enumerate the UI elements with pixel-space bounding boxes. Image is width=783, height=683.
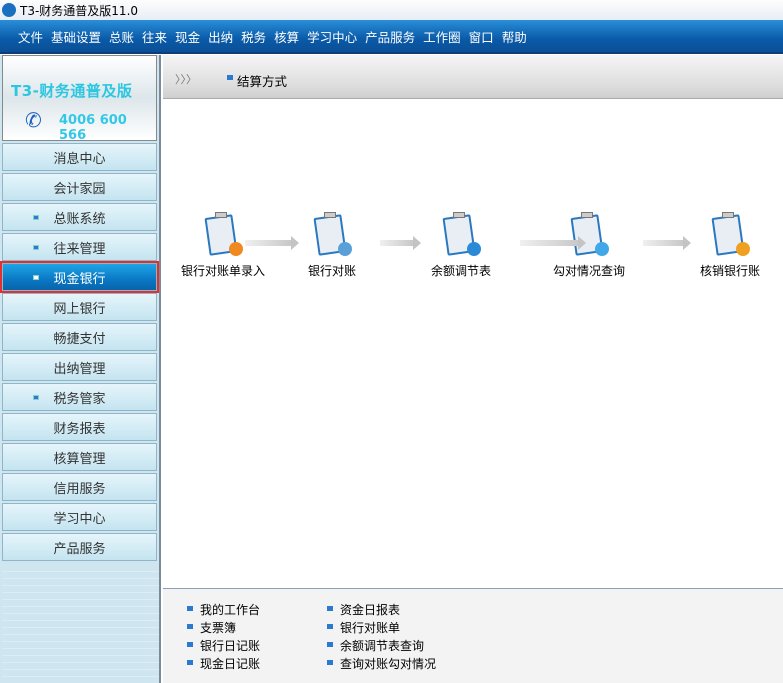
sidebar: T3-财务通普及版 ✆ 4006 600 566 消息中心会计家园总账系统往来管… — [0, 55, 161, 683]
quick-links: 我的工作台 支票簿 银行日记账 现金日记账 资金日报表 银行对账单 余额调节表查询 查询对账勾… — [163, 588, 783, 683]
quick-link[interactable]: 支票簿 — [187, 619, 236, 636]
menu-item[interactable]: 基础设置 — [51, 27, 101, 46]
bullet-icon — [33, 275, 39, 280]
brand-phone: 4006 600 566 — [59, 113, 127, 143]
bank-statement-entry-icon — [203, 212, 243, 258]
flow-arrow-icon — [643, 236, 691, 250]
sidebar-item[interactable]: 税务管家 — [2, 383, 157, 411]
sidebar-item[interactable]: 现金银行 — [0, 261, 159, 293]
quick-link[interactable]: 银行日记账 — [187, 637, 260, 654]
sidebar-item-label: 核算管理 — [53, 451, 106, 467]
quick-link[interactable]: 查询对账勾对情况 — [327, 655, 436, 672]
menu-item[interactable]: 现金 — [175, 27, 200, 46]
menu-item[interactable]: 核算 — [274, 27, 299, 46]
sidebar-item-label: 现金银行 — [53, 271, 106, 287]
menu-item[interactable]: 窗口 — [469, 27, 494, 46]
sidebar-item[interactable]: 财务报表 — [2, 413, 157, 441]
quick-link[interactable]: 我的工作台 — [187, 601, 260, 618]
quick-link[interactable]: 余额调节表查询 — [327, 637, 424, 654]
bullet-icon — [33, 215, 39, 220]
sidebar-item-label: 出纳管理 — [53, 361, 106, 377]
menu-item[interactable]: 税务 — [241, 27, 266, 46]
sidebar-item[interactable]: 网上银行 — [2, 293, 157, 321]
sidebar-item-label: 税务管家 — [53, 391, 106, 407]
sidebar-item-label: 信用服务 — [53, 481, 106, 497]
collapse-chevron-icon[interactable]: 〉〉〉 — [175, 71, 197, 87]
sidebar-item[interactable]: 信用服务 — [2, 473, 157, 501]
sidebar-item-label: 畅捷支付 — [53, 331, 106, 347]
flow-arrow-icon — [380, 236, 421, 250]
menu-item[interactable]: 学习中心 — [307, 27, 357, 46]
flow-step-label: 银行对账单录入 — [181, 264, 266, 278]
flow-step[interactable]: 银行对账 — [308, 212, 356, 279]
window-title: T3-财务通普及版11.0 — [20, 3, 139, 18]
flow-step-label: 核销银行账 — [700, 264, 761, 278]
quick-link[interactable]: 资金日报表 — [327, 601, 400, 618]
bank-reconcile-icon — [312, 212, 352, 258]
bullet-icon — [33, 395, 39, 400]
menu-item[interactable]: 产品服务 — [365, 27, 415, 46]
balance-adjust-icon — [441, 212, 481, 258]
sidebar-item[interactable]: 学习中心 — [2, 503, 157, 531]
flow-step-label: 余额调节表 — [431, 264, 492, 278]
check-query-icon — [569, 212, 609, 258]
writeoff-bank-icon — [710, 212, 750, 258]
menu-item[interactable]: 工作圈 — [423, 27, 461, 46]
flow-arrow-icon — [520, 236, 586, 250]
sidebar-item-label: 消息中心 — [53, 151, 106, 167]
menu-item[interactable]: 帮助 — [502, 27, 527, 46]
sidebar-item-label: 总账系统 — [53, 211, 106, 227]
bullet-icon — [227, 75, 233, 80]
menu-item[interactable]: 出纳 — [208, 27, 233, 46]
sidebar-item[interactable]: 产品服务 — [2, 533, 157, 561]
sidebar-item[interactable]: 出纳管理 — [2, 353, 157, 381]
sidebar-item-label: 财务报表 — [53, 421, 106, 437]
sidebar-item[interactable]: 畅捷支付 — [2, 323, 157, 351]
sidebar-item-label: 往来管理 — [53, 241, 106, 257]
menu-item[interactable]: 往来 — [142, 27, 167, 46]
sidebar-item[interactable]: 往来管理 — [2, 233, 157, 261]
quick-link[interactable]: 银行对账单 — [327, 619, 400, 636]
menu-item[interactable]: 文件 — [18, 27, 43, 46]
sidebar-item[interactable]: 核算管理 — [2, 443, 157, 471]
title-bar: T3-财务通普及版11.0 — [0, 0, 783, 20]
phone-icon: ✆ — [25, 108, 42, 132]
menu-item[interactable]: 总账 — [109, 27, 134, 46]
flow-diagram: 银行对账单录入 银行对账 余额调节表 勾对情况查询 核销银行账 — [163, 100, 783, 588]
flow-step-label: 银行对账 — [308, 264, 357, 278]
quick-link[interactable]: 现金日记账 — [187, 655, 260, 672]
menu-bar: 文件 基础设置 总账 往来 现金 出纳 税务 核算 学习中心 产品服务 工作圈 窗口 帮助 — [0, 20, 783, 54]
sidebar-item[interactable]: 会计家园 — [2, 173, 157, 201]
sidebar-background — [2, 565, 159, 683]
sidebar-item[interactable]: 总账系统 — [2, 203, 157, 231]
tab-bar: 〉〉〉 结算方式 — [163, 55, 783, 99]
flow-step[interactable]: 核销银行账 — [700, 212, 760, 279]
flow-step[interactable]: 余额调节表 — [431, 212, 491, 279]
brand-name: T3-财务通普及版 — [11, 82, 133, 100]
sidebar-item-label: 会计家园 — [53, 181, 106, 197]
sidebar-item[interactable]: 消息中心 — [2, 143, 157, 171]
flow-arrow-icon — [245, 236, 299, 250]
brand-panel: T3-财务通普及版 ✆ 4006 600 566 — [2, 55, 157, 143]
tab-settlement[interactable]: 结算方式 — [237, 71, 287, 90]
sidebar-item-label: 产品服务 — [53, 541, 106, 557]
flow-step-label: 勾对情况查询 — [553, 264, 626, 278]
sidebar-item-label: 网上银行 — [53, 301, 106, 317]
sidebar-item-label: 学习中心 — [53, 511, 106, 527]
bullet-icon — [33, 245, 39, 250]
app-logo-icon — [2, 3, 16, 17]
